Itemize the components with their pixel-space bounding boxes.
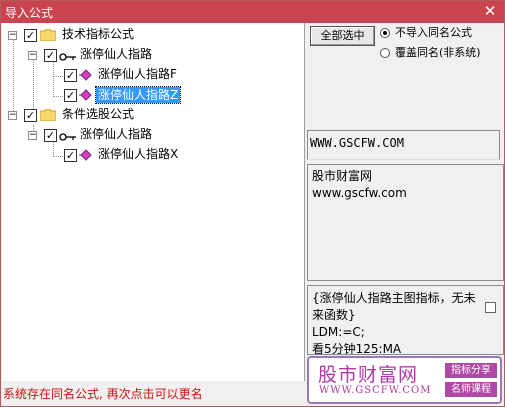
- tree-node-label: 涨停仙人指路X: [98, 147, 179, 161]
- description-line: 股市财富网: [312, 169, 373, 183]
- key-icon: [59, 53, 76, 61]
- select-all-button[interactable]: 全部选中: [310, 26, 375, 46]
- radio-unselected[interactable]: [380, 48, 390, 58]
- key-icon: [59, 133, 76, 141]
- collapse-toggle[interactable]: −: [8, 111, 17, 120]
- status-message: 系统存在同名公式, 再次点击可以更名: [3, 387, 203, 401]
- watermark-url: WWW.GSCFW.COM: [319, 385, 432, 396]
- code-line: LDM:=C;: [312, 325, 365, 339]
- formula-gem-icon: [79, 89, 92, 101]
- checkbox-checked[interactable]: ✓: [64, 69, 77, 82]
- checkbox-checked[interactable]: ✓: [44, 49, 57, 62]
- tree-node-label-selected: 涨停仙人指路Z: [94, 86, 182, 104]
- watermark-logo: 股市财富网 WWW.GSCFW.COM 指标分享 名师课程: [307, 356, 502, 404]
- radio-selected[interactable]: [380, 28, 390, 38]
- tree-node-tech-indicators[interactable]: − ✓ 技术指标公式: [2, 26, 302, 45]
- collapse-toggle[interactable]: −: [8, 31, 17, 40]
- checkbox-checked[interactable]: ✓: [64, 149, 77, 162]
- site-url-field: WWW.GSCFW.COM: [307, 130, 500, 160]
- tree-node-label: 涨停仙人指路: [80, 127, 153, 141]
- tree-node-stock-screening[interactable]: − ✓ 条件选股公式: [2, 106, 302, 125]
- formula-tree: − ✓ 技术指标公式 − ✓ 涨停仙人指路 ✓ 涨停仙人指路F ✓ 涨停仙人指路…: [2, 23, 305, 381]
- tree-node-label: 条件选股公式: [62, 107, 135, 121]
- code-line: 来函数}: [312, 308, 356, 322]
- checkbox-checked[interactable]: ✓: [44, 129, 57, 142]
- checkbox-checked[interactable]: ✓: [24, 29, 37, 42]
- collapse-toggle[interactable]: −: [28, 51, 37, 60]
- watermark-tag: 名师课程: [445, 382, 497, 397]
- radio-label: 覆盖同名(非系统): [395, 46, 481, 59]
- radio-label: 不导入同名公式: [395, 26, 472, 39]
- watermark-tag: 指标分享: [445, 363, 497, 378]
- tree-node-label: 涨停仙人指路: [80, 47, 153, 61]
- tree-node-label: 技术指标公式: [62, 27, 135, 41]
- tree-item-formula-z[interactable]: ✓ 涨停仙人指路Z: [2, 86, 302, 105]
- code-checkbox[interactable]: [485, 302, 496, 313]
- formula-gem-icon: [79, 149, 92, 161]
- title-bar[interactable]: 导入公式 ✕: [1, 1, 504, 23]
- folder-icon: [40, 109, 56, 121]
- tree-node-group1-sub[interactable]: − ✓ 涨停仙人指路: [2, 46, 302, 65]
- checkbox-checked[interactable]: ✓: [24, 109, 37, 122]
- window-title: 导入公式: [5, 6, 54, 20]
- formula-code-box[interactable]: {涨停仙人指路主图指标，无未 来函数} LDM:=C; 看5分钟125:MA: [307, 285, 504, 355]
- tree-node-group2-sub[interactable]: − ✓ 涨停仙人指路: [2, 126, 302, 145]
- formula-gem-icon: [79, 69, 92, 81]
- watermark-title: 股市财富网: [318, 364, 419, 386]
- checkbox-checked[interactable]: ✓: [64, 89, 77, 102]
- code-line: {涨停仙人指路主图指标，无未: [312, 291, 476, 305]
- tree-item-formula-x[interactable]: ✓ 涨停仙人指路X: [2, 146, 302, 165]
- formula-description-box[interactable]: 股市财富网 www.gscfw.com: [307, 164, 504, 281]
- tree-item-formula-f[interactable]: ✓ 涨停仙人指路F: [2, 66, 302, 85]
- close-button[interactable]: ✕: [482, 2, 498, 20]
- import-formula-dialog: 导入公式 ✕ − ✓ 技术指标公式 − ✓ 涨停仙人指路 ✓ 涨停仙人指路F ✓…: [0, 0, 505, 407]
- tree-node-label: 涨停仙人指路F: [98, 67, 177, 81]
- collapse-toggle[interactable]: −: [28, 131, 37, 140]
- description-line: www.gscfw.com: [312, 186, 407, 200]
- code-line: 看5分钟125:MA: [312, 342, 402, 355]
- folder-icon: [40, 29, 56, 41]
